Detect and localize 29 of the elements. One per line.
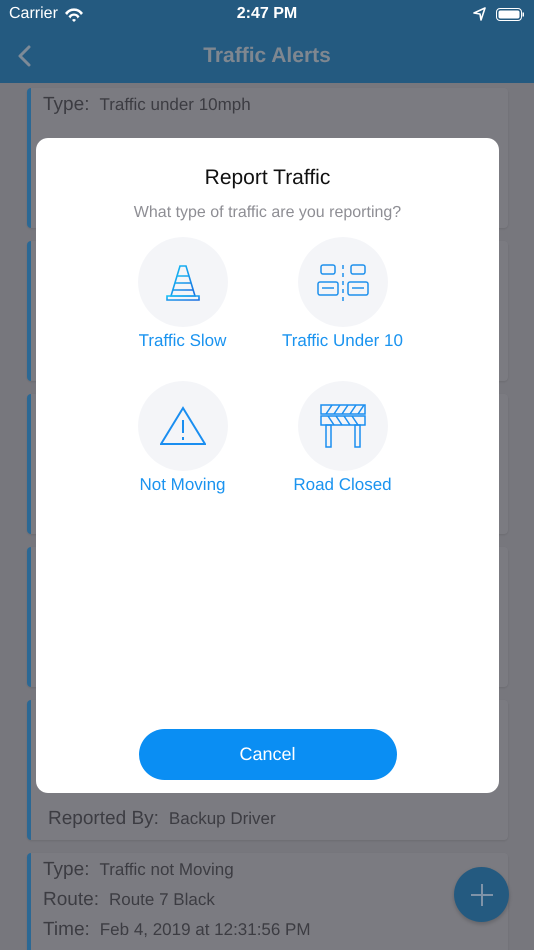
plus-icon [470,884,492,906]
traffic-cone-icon [166,264,200,300]
wifi-icon [64,6,84,22]
battery-icon [496,8,525,20]
field-label: Type: [43,94,90,116]
screen-title: Traffic Alerts [202,44,332,68]
field-label: Time: [43,919,90,941]
option-link[interactable]: Traffic Slow [138,331,226,351]
field-value: Traffic under 10mph [99,95,251,115]
field-label: Type: [43,859,90,881]
cars-icon [316,262,368,302]
field-value: Route 7 Black [108,890,215,910]
option-link[interactable]: Not Moving [140,475,226,495]
dialog-subtitle: What type of traffic are you reporting? [134,204,402,222]
field-value: Backup Driver [168,809,276,829]
option-link[interactable]: Traffic Under 10 [282,331,403,351]
clock-time: 2:47 PM [236,5,298,23]
field-value: Feb 4, 2019 at 12:31:56 PM [100,920,311,940]
carrier-name: Carrier [9,5,58,23]
cancel-button[interactable]: Cancel [138,729,396,780]
option-link[interactable]: Road Closed [293,475,392,495]
field-label: Reported By: [48,808,159,830]
road-barrier-icon [320,404,366,448]
warning-triangle-icon [160,406,206,446]
location-arrow-icon [473,7,486,21]
back-chevron-icon [18,44,31,66]
dialog-title: Report Traffic [204,166,330,190]
field-label: Route: [43,889,99,911]
field-value: Traffic not Moving [99,860,234,880]
